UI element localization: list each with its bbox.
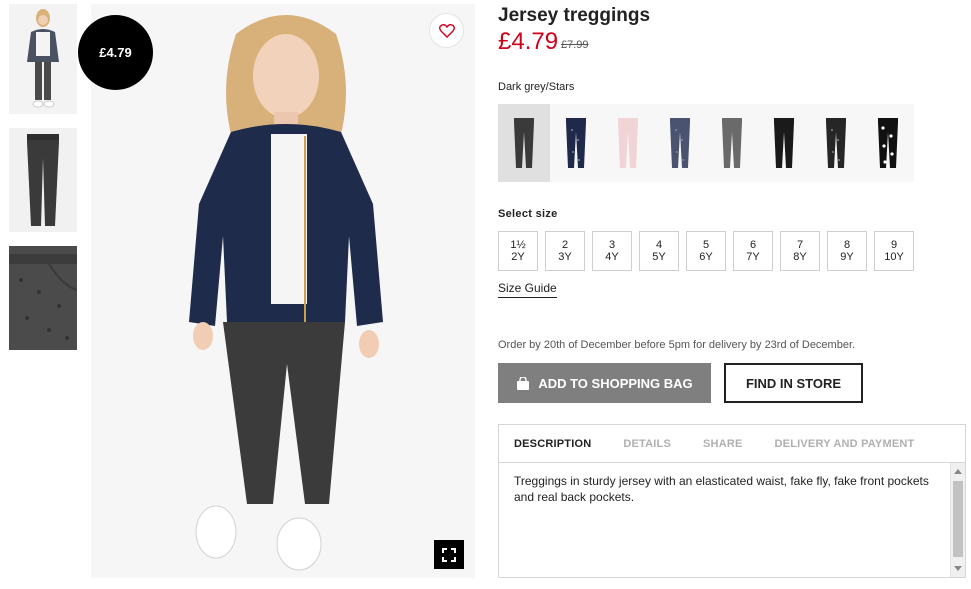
scroll-up-arrow-icon[interactable]: [954, 469, 962, 474]
size-age: 9Y: [840, 251, 854, 263]
size-number: 5: [702, 239, 710, 251]
size-age: 10Y: [884, 251, 904, 263]
size-age: 8Y: [793, 251, 807, 263]
size-option[interactable]: 2 3Y: [545, 231, 585, 271]
size-option[interactable]: 8 9Y: [827, 231, 867, 271]
scrollbar[interactable]: [950, 463, 965, 577]
size-option[interactable]: 9 10Y: [874, 231, 914, 271]
delivery-note: Order by 20th of December before 5pm for…: [498, 339, 856, 351]
color-swatch[interactable]: [862, 104, 914, 182]
size-option[interactable]: 3 4Y: [592, 231, 632, 271]
thumbnail-product[interactable]: [9, 128, 77, 232]
favourite-button[interactable]: [429, 13, 464, 48]
thumbnail-detail[interactable]: [9, 246, 77, 350]
bag-icon: [516, 376, 530, 390]
swatch-leggings-image: [566, 118, 586, 168]
tab-description[interactable]: DESCRIPTION: [514, 438, 591, 450]
model-thumbnail-image: [27, 9, 59, 108]
selected-color-name: Dark grey/Stars: [498, 81, 575, 93]
add-to-bag-label: ADD TO SHOPPING BAG: [538, 375, 693, 391]
price-badge: £4.79: [78, 15, 153, 90]
color-swatch[interactable]: [654, 104, 706, 182]
select-size-label: Select size: [498, 208, 558, 220]
thumbnail-list: [9, 4, 77, 364]
size-number: 2: [561, 239, 569, 251]
fullscreen-button[interactable]: [434, 540, 464, 569]
tab-row: DESCRIPTION DETAILS SHARE DELIVERY AND PAYM…: [499, 425, 965, 463]
size-number: 8: [843, 239, 851, 251]
size-age: 4Y: [605, 251, 619, 263]
size-number: 6: [749, 239, 757, 251]
size-guide-link[interactable]: Size Guide: [498, 281, 557, 298]
swatch-leggings-image: [774, 118, 794, 168]
size-number: 7: [796, 239, 804, 251]
color-swatch-list: [498, 104, 914, 182]
scroll-down-arrow-icon[interactable]: [954, 566, 962, 571]
size-age: 7Y: [746, 251, 760, 263]
tab-share[interactable]: SHARE: [703, 438, 743, 450]
size-options: 1½ 2Y 2 3Y 3 4Y 4 5Y 5 6Y 6 7Y 7 8Y 8 9Y 9 10Y: [498, 231, 921, 271]
size-age: 5Y: [652, 251, 666, 263]
product-title: Jersey treggings: [498, 5, 651, 26]
tab-content: Treggings in sturdy jersey with an elast…: [499, 463, 965, 577]
main-product-image: [91, 4, 475, 578]
color-swatch[interactable]: [810, 104, 862, 182]
detail-thumbnail-image: [9, 246, 77, 350]
size-option[interactable]: 4 5Y: [639, 231, 679, 271]
size-option[interactable]: 7 8Y: [780, 231, 820, 271]
size-age: 6Y: [699, 251, 713, 263]
swatch-leggings-image: [722, 118, 742, 168]
original-price: £7.99: [561, 39, 589, 51]
swatch-leggings-image: [618, 118, 638, 168]
tab-delivery-and-payment[interactable]: DELIVERY AND PAYMENT: [775, 438, 915, 450]
find-in-store-button[interactable]: FIND IN STORE: [724, 363, 863, 403]
add-to-bag-button[interactable]: ADD TO SHOPPING BAG: [498, 363, 711, 403]
swatch-leggings-image: [670, 118, 690, 168]
heart-icon: [438, 23, 455, 38]
product-info-tabs: DESCRIPTION DETAILS SHARE DELIVERY AND PAYM…: [498, 424, 966, 578]
size-age: 3Y: [558, 251, 572, 263]
description-text: Treggings in sturdy jersey with an elast…: [514, 474, 929, 504]
color-swatch[interactable]: [602, 104, 654, 182]
size-number: 3: [608, 239, 616, 251]
color-swatch[interactable]: [498, 104, 550, 182]
product-thumbnail-image: [27, 134, 59, 226]
size-option[interactable]: 5 6Y: [686, 231, 726, 271]
size-number: 9: [890, 239, 898, 251]
color-swatch[interactable]: [758, 104, 810, 182]
swatch-leggings-image: [514, 118, 534, 168]
fullscreen-icon: [442, 547, 456, 562]
thumbnail-model[interactable]: [9, 4, 77, 114]
scroll-thumb[interactable]: [953, 481, 963, 557]
color-swatch[interactable]: [550, 104, 602, 182]
size-number: 4: [655, 239, 663, 251]
swatch-leggings-image: [826, 118, 846, 168]
size-option[interactable]: 1½ 2Y: [498, 231, 538, 271]
model-photo: [91, 4, 475, 578]
size-age: 2Y: [511, 251, 525, 263]
size-option[interactable]: 6 7Y: [733, 231, 773, 271]
color-swatch[interactable]: [706, 104, 758, 182]
tab-details[interactable]: DETAILS: [623, 438, 671, 450]
swatch-leggings-image: [878, 118, 898, 168]
sale-price: £4.79: [498, 28, 559, 55]
size-number: 1½: [510, 239, 526, 251]
